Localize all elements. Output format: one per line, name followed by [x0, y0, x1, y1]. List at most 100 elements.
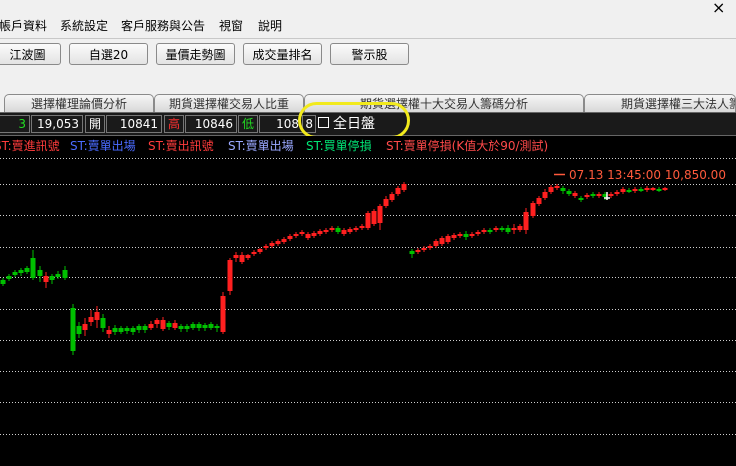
candle [542, 192, 548, 198]
tab-trader-ratio[interactable]: 期貨選擇權交易人比重 [154, 94, 304, 112]
candle [650, 188, 656, 190]
candle [638, 189, 644, 191]
tab-option-theory[interactable]: 選擇權理論價分析 [4, 94, 154, 112]
legend-entry: ST:買單停損 [306, 139, 372, 153]
candle [523, 212, 529, 230]
candle [590, 194, 596, 196]
candle [130, 328, 136, 332]
menu-bar: 帳戶資料 系統設定 客戶服務與公告 視窗 說明 × [0, 0, 736, 38]
candle [656, 189, 662, 191]
candle [401, 184, 407, 190]
candle [88, 317, 94, 322]
candle [499, 228, 505, 230]
candle [55, 274, 61, 277]
candle [251, 252, 257, 254]
candle [341, 230, 347, 234]
candle [584, 195, 590, 197]
candle [632, 189, 638, 191]
candle [395, 188, 401, 194]
candle [184, 326, 190, 329]
candle [511, 228, 517, 230]
candle [323, 230, 329, 232]
candle [76, 326, 82, 334]
candle [62, 270, 68, 278]
candlestick-chart[interactable]: 07.13 13:45:00 10,850.00 [0, 158, 736, 466]
candle [100, 318, 106, 328]
highlight-circle [298, 102, 410, 139]
candle [6, 276, 12, 279]
toolbar-button-volume-price[interactable]: 量價走勢圖 [156, 43, 235, 65]
candle [94, 312, 100, 320]
candle [196, 324, 202, 328]
menu-help[interactable]: 說明 [258, 19, 282, 33]
candle [263, 246, 269, 248]
candle [172, 323, 178, 328]
candle [49, 276, 55, 280]
toolbar-button-watchlist20[interactable]: 自選20 [69, 43, 148, 65]
candle [142, 326, 148, 330]
legend-entry: ST:賣出訊號 [148, 139, 214, 153]
candle [245, 255, 251, 258]
candle [662, 188, 668, 190]
candle [427, 246, 433, 248]
candle [554, 186, 560, 188]
candle [305, 234, 311, 238]
candle [608, 194, 614, 196]
candle [644, 188, 650, 190]
candle [214, 326, 220, 328]
menu-system-settings[interactable]: 系統設定 [60, 19, 108, 33]
candle [220, 296, 226, 332]
candle [160, 320, 166, 329]
menu-window[interactable]: 視窗 [219, 19, 243, 33]
candle [371, 211, 377, 224]
quote-high-label: 高 [164, 115, 184, 133]
candle [299, 232, 305, 234]
candle [233, 255, 239, 258]
candle [469, 234, 475, 236]
candle [0, 280, 6, 284]
candle [281, 239, 287, 242]
candle [457, 234, 463, 236]
candle [572, 193, 578, 196]
quote-low-label: 低 [238, 115, 258, 133]
toolbar-button-alert[interactable]: 警示股 [330, 43, 409, 65]
candle [293, 234, 299, 236]
candle [124, 328, 130, 331]
candle [106, 330, 112, 334]
quote-open-label: 開 [85, 115, 105, 133]
candle [626, 190, 632, 192]
candle [548, 187, 554, 192]
candle [112, 328, 118, 332]
candle [208, 324, 214, 328]
candle [578, 198, 584, 200]
toolbar-button-volume-rank[interactable]: 成交量排名 [243, 43, 322, 65]
candle [421, 248, 427, 250]
quote-low: 108 [259, 115, 303, 133]
toolbar-button-jiangbo[interactable]: 江波圖 [0, 43, 61, 65]
quote-open: 10841 [106, 115, 162, 133]
candle [43, 276, 49, 282]
tab-three-institutions[interactable]: 期貨選擇權三大法人籌 [584, 94, 736, 112]
candle [389, 194, 395, 200]
candle [269, 243, 275, 246]
candle [82, 324, 88, 330]
candle [463, 234, 469, 237]
candle [239, 255, 245, 262]
menu-customer-service[interactable]: 客戶服務與公告 [121, 19, 205, 33]
menu-account[interactable]: 帳戶資料 [0, 19, 47, 33]
candle [311, 233, 317, 236]
candle [30, 258, 36, 278]
candle [202, 325, 208, 328]
candle [530, 203, 536, 216]
candle [329, 228, 335, 230]
close-icon[interactable]: × [712, 0, 725, 17]
candle [287, 236, 293, 239]
candle [475, 232, 481, 234]
quote-qty: 3 [0, 115, 30, 133]
candle [178, 326, 184, 329]
candle [505, 228, 511, 232]
candle [70, 308, 76, 351]
candle [409, 251, 415, 254]
candle [620, 189, 626, 192]
candle [566, 191, 572, 194]
